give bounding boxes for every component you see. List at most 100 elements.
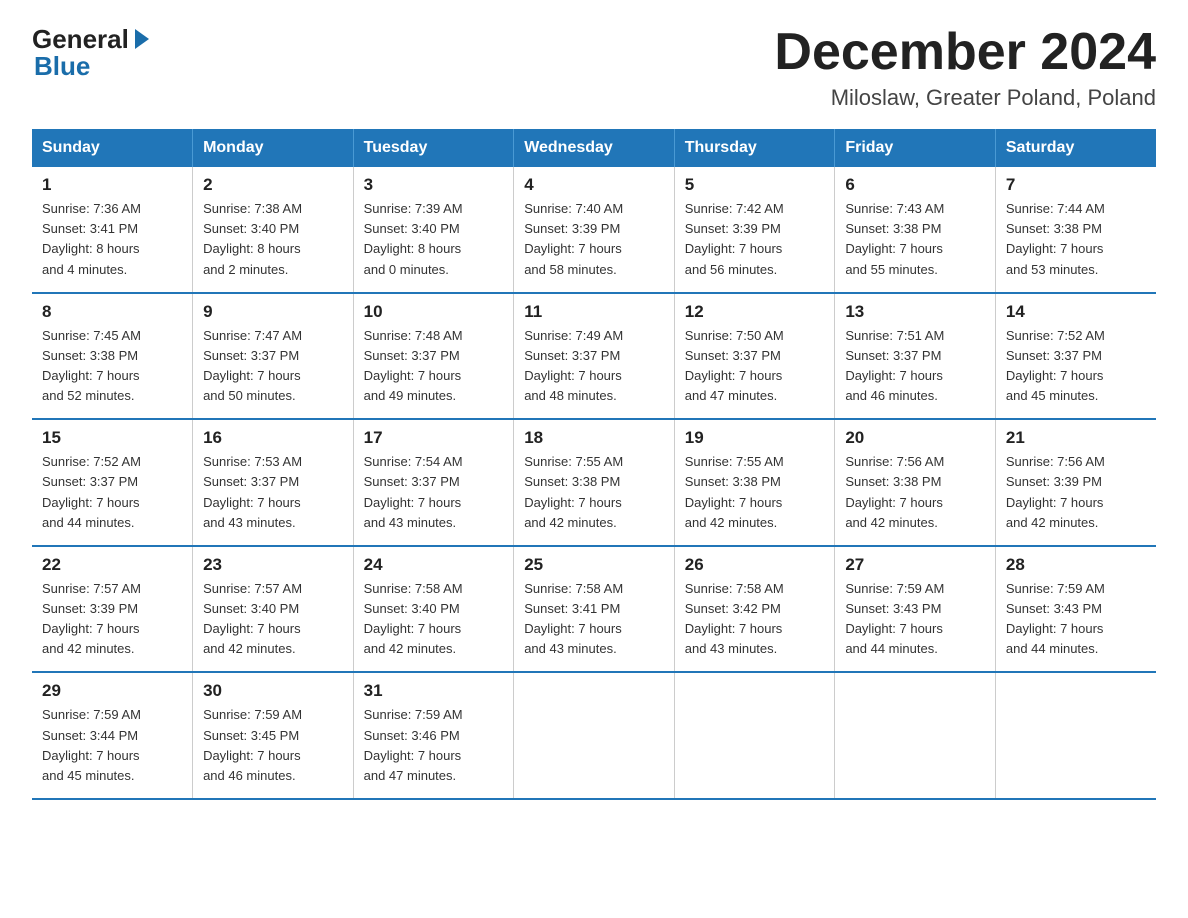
day-info: Sunrise: 7:55 AM Sunset: 3:38 PM Dayligh… (685, 452, 825, 533)
day-info: Sunrise: 7:56 AM Sunset: 3:38 PM Dayligh… (845, 452, 985, 533)
day-number: 3 (364, 175, 504, 195)
day-info: Sunrise: 7:51 AM Sunset: 3:37 PM Dayligh… (845, 326, 985, 407)
day-info: Sunrise: 7:59 AM Sunset: 3:43 PM Dayligh… (845, 579, 985, 660)
header-wednesday: Wednesday (514, 129, 675, 167)
calendar-cell: 24 Sunrise: 7:58 AM Sunset: 3:40 PM Dayl… (353, 546, 514, 673)
day-info: Sunrise: 7:52 AM Sunset: 3:37 PM Dayligh… (1006, 326, 1146, 407)
day-number: 13 (845, 302, 985, 322)
day-info: Sunrise: 7:58 AM Sunset: 3:40 PM Dayligh… (364, 579, 504, 660)
page-header: General Blue December 2024 Miloslaw, Gre… (32, 24, 1156, 111)
day-number: 28 (1006, 555, 1146, 575)
day-number: 5 (685, 175, 825, 195)
day-number: 12 (685, 302, 825, 322)
day-info: Sunrise: 7:42 AM Sunset: 3:39 PM Dayligh… (685, 199, 825, 280)
day-number: 23 (203, 555, 343, 575)
calendar-cell: 30 Sunrise: 7:59 AM Sunset: 3:45 PM Dayl… (193, 672, 354, 799)
day-info: Sunrise: 7:59 AM Sunset: 3:44 PM Dayligh… (42, 705, 182, 786)
calendar-cell: 17 Sunrise: 7:54 AM Sunset: 3:37 PM Dayl… (353, 419, 514, 546)
day-number: 7 (1006, 175, 1146, 195)
day-number: 21 (1006, 428, 1146, 448)
calendar-table: SundayMondayTuesdayWednesdayThursdayFrid… (32, 129, 1156, 800)
day-number: 17 (364, 428, 504, 448)
calendar-cell: 19 Sunrise: 7:55 AM Sunset: 3:38 PM Dayl… (674, 419, 835, 546)
day-info: Sunrise: 7:56 AM Sunset: 3:39 PM Dayligh… (1006, 452, 1146, 533)
calendar-cell: 15 Sunrise: 7:52 AM Sunset: 3:37 PM Dayl… (32, 419, 193, 546)
day-info: Sunrise: 7:52 AM Sunset: 3:37 PM Dayligh… (42, 452, 182, 533)
calendar-cell: 27 Sunrise: 7:59 AM Sunset: 3:43 PM Dayl… (835, 546, 996, 673)
day-info: Sunrise: 7:45 AM Sunset: 3:38 PM Dayligh… (42, 326, 182, 407)
day-number: 1 (42, 175, 182, 195)
day-number: 4 (524, 175, 664, 195)
calendar-week-4: 22 Sunrise: 7:57 AM Sunset: 3:39 PM Dayl… (32, 546, 1156, 673)
day-number: 19 (685, 428, 825, 448)
calendar-cell (514, 672, 675, 799)
logo-blue: Blue (34, 51, 90, 82)
calendar-cell: 31 Sunrise: 7:59 AM Sunset: 3:46 PM Dayl… (353, 672, 514, 799)
logo-arrow-icon (135, 29, 149, 49)
calendar-week-1: 1 Sunrise: 7:36 AM Sunset: 3:41 PM Dayli… (32, 167, 1156, 293)
day-number: 6 (845, 175, 985, 195)
calendar-cell: 14 Sunrise: 7:52 AM Sunset: 3:37 PM Dayl… (995, 293, 1156, 420)
calendar-cell: 18 Sunrise: 7:55 AM Sunset: 3:38 PM Dayl… (514, 419, 675, 546)
day-info: Sunrise: 7:58 AM Sunset: 3:41 PM Dayligh… (524, 579, 664, 660)
day-info: Sunrise: 7:54 AM Sunset: 3:37 PM Dayligh… (364, 452, 504, 533)
day-number: 14 (1006, 302, 1146, 322)
day-number: 20 (845, 428, 985, 448)
day-number: 27 (845, 555, 985, 575)
calendar-cell: 7 Sunrise: 7:44 AM Sunset: 3:38 PM Dayli… (995, 167, 1156, 293)
day-number: 24 (364, 555, 504, 575)
calendar-cell: 13 Sunrise: 7:51 AM Sunset: 3:37 PM Dayl… (835, 293, 996, 420)
day-info: Sunrise: 7:59 AM Sunset: 3:43 PM Dayligh… (1006, 579, 1146, 660)
day-info: Sunrise: 7:40 AM Sunset: 3:39 PM Dayligh… (524, 199, 664, 280)
calendar-cell: 3 Sunrise: 7:39 AM Sunset: 3:40 PM Dayli… (353, 167, 514, 293)
calendar-cell: 1 Sunrise: 7:36 AM Sunset: 3:41 PM Dayli… (32, 167, 193, 293)
day-number: 22 (42, 555, 182, 575)
calendar-week-2: 8 Sunrise: 7:45 AM Sunset: 3:38 PM Dayli… (32, 293, 1156, 420)
day-info: Sunrise: 7:44 AM Sunset: 3:38 PM Dayligh… (1006, 199, 1146, 280)
day-number: 16 (203, 428, 343, 448)
day-info: Sunrise: 7:55 AM Sunset: 3:38 PM Dayligh… (524, 452, 664, 533)
calendar-cell: 25 Sunrise: 7:58 AM Sunset: 3:41 PM Dayl… (514, 546, 675, 673)
calendar-week-3: 15 Sunrise: 7:52 AM Sunset: 3:37 PM Dayl… (32, 419, 1156, 546)
day-info: Sunrise: 7:59 AM Sunset: 3:46 PM Dayligh… (364, 705, 504, 786)
calendar-cell: 26 Sunrise: 7:58 AM Sunset: 3:42 PM Dayl… (674, 546, 835, 673)
day-info: Sunrise: 7:59 AM Sunset: 3:45 PM Dayligh… (203, 705, 343, 786)
calendar-cell: 21 Sunrise: 7:56 AM Sunset: 3:39 PM Dayl… (995, 419, 1156, 546)
day-info: Sunrise: 7:58 AM Sunset: 3:42 PM Dayligh… (685, 579, 825, 660)
calendar-cell: 29 Sunrise: 7:59 AM Sunset: 3:44 PM Dayl… (32, 672, 193, 799)
day-number: 8 (42, 302, 182, 322)
month-title: December 2024 (774, 24, 1156, 81)
calendar-cell: 4 Sunrise: 7:40 AM Sunset: 3:39 PM Dayli… (514, 167, 675, 293)
day-info: Sunrise: 7:36 AM Sunset: 3:41 PM Dayligh… (42, 199, 182, 280)
header-friday: Friday (835, 129, 996, 167)
day-info: Sunrise: 7:48 AM Sunset: 3:37 PM Dayligh… (364, 326, 504, 407)
header-saturday: Saturday (995, 129, 1156, 167)
day-number: 11 (524, 302, 664, 322)
day-number: 30 (203, 681, 343, 701)
calendar-cell: 6 Sunrise: 7:43 AM Sunset: 3:38 PM Dayli… (835, 167, 996, 293)
calendar-cell: 28 Sunrise: 7:59 AM Sunset: 3:43 PM Dayl… (995, 546, 1156, 673)
day-info: Sunrise: 7:38 AM Sunset: 3:40 PM Dayligh… (203, 199, 343, 280)
calendar-header-row: SundayMondayTuesdayWednesdayThursdayFrid… (32, 129, 1156, 167)
day-number: 31 (364, 681, 504, 701)
calendar-cell: 9 Sunrise: 7:47 AM Sunset: 3:37 PM Dayli… (193, 293, 354, 420)
day-info: Sunrise: 7:47 AM Sunset: 3:37 PM Dayligh… (203, 326, 343, 407)
header-monday: Monday (193, 129, 354, 167)
calendar-cell: 23 Sunrise: 7:57 AM Sunset: 3:40 PM Dayl… (193, 546, 354, 673)
header-sunday: Sunday (32, 129, 193, 167)
day-number: 2 (203, 175, 343, 195)
day-info: Sunrise: 7:53 AM Sunset: 3:37 PM Dayligh… (203, 452, 343, 533)
day-info: Sunrise: 7:39 AM Sunset: 3:40 PM Dayligh… (364, 199, 504, 280)
day-number: 26 (685, 555, 825, 575)
day-info: Sunrise: 7:57 AM Sunset: 3:40 PM Dayligh… (203, 579, 343, 660)
calendar-cell: 10 Sunrise: 7:48 AM Sunset: 3:37 PM Dayl… (353, 293, 514, 420)
calendar-cell (835, 672, 996, 799)
header-tuesday: Tuesday (353, 129, 514, 167)
day-number: 9 (203, 302, 343, 322)
calendar-cell: 16 Sunrise: 7:53 AM Sunset: 3:37 PM Dayl… (193, 419, 354, 546)
calendar-cell (674, 672, 835, 799)
day-number: 10 (364, 302, 504, 322)
calendar-cell: 11 Sunrise: 7:49 AM Sunset: 3:37 PM Dayl… (514, 293, 675, 420)
logo: General Blue (32, 24, 149, 82)
day-number: 29 (42, 681, 182, 701)
